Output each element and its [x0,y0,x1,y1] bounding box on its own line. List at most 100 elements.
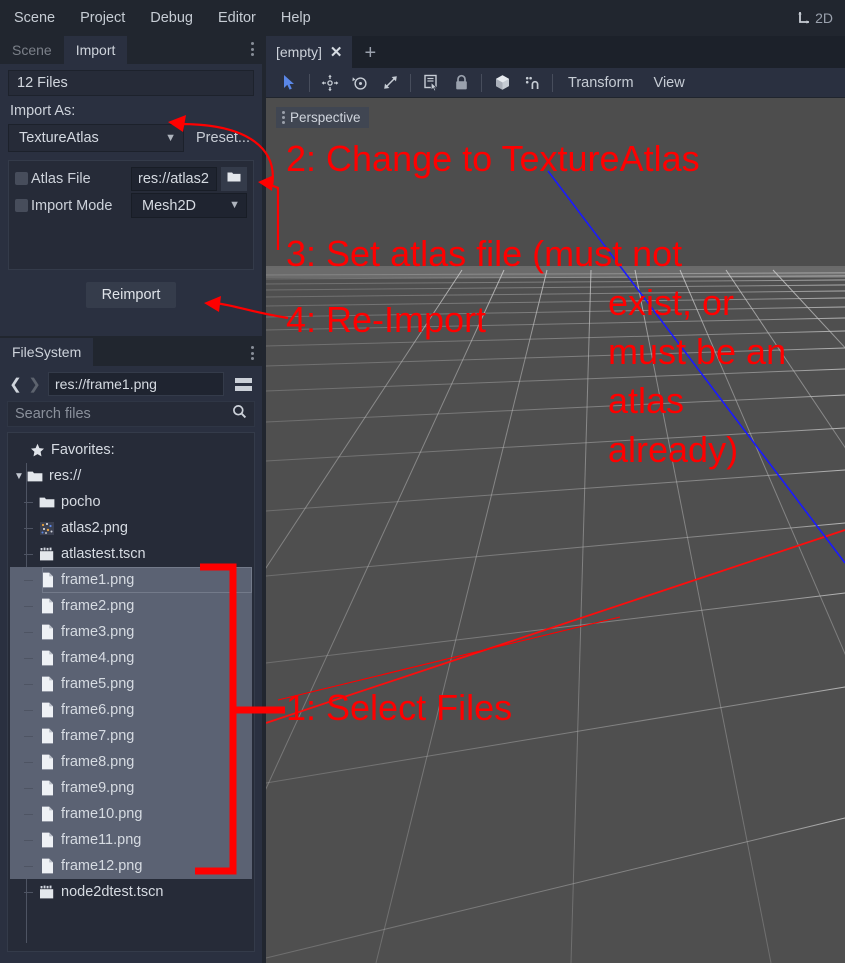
current-path-field[interactable]: res://frame1.png [48,372,224,396]
rotate-mode-icon[interactable] [345,70,375,96]
toolbar-separator [309,73,310,92]
lock-icon[interactable] [446,70,476,96]
import-mode-label: Import Mode [31,197,113,214]
split-mode-icon[interactable] [231,372,255,396]
tree-item-frame4-png[interactable]: frame4.png [10,645,252,671]
tree-guide-dash [24,840,33,841]
tree-guide-dash [24,762,33,763]
tree-guide-dash [24,814,33,815]
file-icon [38,831,56,849]
tree-item-atlastest-tscn[interactable]: atlastest.tscn [10,541,252,567]
tree-item-frame9-png[interactable]: frame9.png [10,775,252,801]
view-menu[interactable]: View [644,75,695,91]
tree-item-label: frame4.png [61,650,135,666]
tree-item-frame5-png[interactable]: frame5.png [10,671,252,697]
reimport-button[interactable]: Reimport [85,282,177,308]
import-properties-box: Atlas File res://atlas2 Import Mode Mesh… [8,160,254,270]
star-icon [28,441,46,459]
tree-item-frame3-png[interactable]: frame3.png [10,619,252,645]
add-scene-tab-icon[interactable]: + [352,42,388,68]
tree-item-label: frame9.png [61,780,135,796]
tree-item-frame11-png[interactable]: frame11.png [10,827,252,853]
tree-item-frame8-png[interactable]: frame8.png [10,749,252,775]
godot-editor-window: Scene Project Debug Editor Help 2D Scene… [0,0,845,963]
import-panel-body: 12 Files Import As: TextureAtlas ▼ Prese… [0,64,262,336]
tree-item-label: pocho [61,494,101,510]
3d-viewport[interactable]: Perspective [266,98,845,963]
menu-help[interactable]: Help [270,6,322,30]
import-mode-dropdown[interactable]: Mesh2D ▼ [131,193,247,218]
tree-item-frame12-png[interactable]: frame12.png [10,853,252,879]
mesh-preview-icon[interactable] [487,70,517,96]
scene-tabbar: [empty] ✕ + [266,36,845,68]
tree-guide-dash [24,632,33,633]
import-mode-checkbox[interactable] [15,199,28,212]
toolbar-separator [552,73,553,92]
viewport-grid [266,170,845,963]
atlas-file-input[interactable]: res://atlas2 [131,166,217,191]
filesystem-path-row: ❮ ❯ res://frame1.png [7,371,255,397]
select-mode-icon[interactable] [274,70,304,96]
file-icon [38,675,56,693]
tree-item-label: frame7.png [61,728,135,744]
tree-item-label: frame6.png [61,702,135,718]
tree-guide-dash [24,788,33,789]
preset-button[interactable]: Preset... [192,130,254,146]
list-select-icon[interactable] [416,70,446,96]
tab-scene[interactable]: Scene [0,36,64,64]
nav-back-icon[interactable]: ❮ [7,375,24,393]
tree-item-node2dtest-tscn[interactable]: node2dtest.tscn [10,879,252,905]
tree-item-favorites-[interactable]: Favorites: [10,437,252,463]
atlas-file-checkbox[interactable] [15,172,28,185]
tree-item-frame6-png[interactable]: frame6.png [10,697,252,723]
axis-2d-icon [797,11,811,25]
menu-debug[interactable]: Debug [139,6,204,30]
snap-icon[interactable] [517,70,547,96]
dock-options-icon[interactable] [251,42,254,56]
tree-item-label: atlastest.tscn [61,546,146,562]
tab-import[interactable]: Import [63,36,128,64]
tree-item-label: frame12.png [61,858,143,874]
tree-item-frame2-png[interactable]: frame2.png [10,593,252,619]
main-menu-bar: Scene Project Debug Editor Help 2D [0,0,845,36]
tree-item-label: res:// [49,468,82,484]
tree-guide-dash [24,736,33,737]
file-icon [38,805,56,823]
close-icon[interactable]: ✕ [330,43,343,61]
toolbar-separator [410,73,411,92]
transform-menu[interactable]: Transform [558,75,644,91]
scale-mode-icon[interactable] [375,70,405,96]
tree-item-label: frame10.png [61,806,143,822]
folder-browse-button[interactable] [221,166,247,191]
mode-2d-button[interactable]: 2D [797,10,833,26]
tree-guide-dash [24,580,33,581]
tree-item-label: frame11.png [61,832,142,848]
menu-scene[interactable]: Scene [3,6,66,30]
filesystem-options-icon[interactable] [251,346,254,360]
tree-item-label: node2dtest.tscn [61,884,164,900]
menu-project[interactable]: Project [69,6,136,30]
chevron-down-icon[interactable]: ▼ [12,471,26,482]
file-icon [38,623,56,641]
tree-item-atlas2-png[interactable]: atlas2.png [10,515,252,541]
folder-icon [38,493,56,511]
perspective-label[interactable]: Perspective [276,107,369,128]
file-icon [38,727,56,745]
tree-item-frame10-png[interactable]: frame10.png [10,801,252,827]
scene-icon [38,545,56,563]
filesystem-tree[interactable]: Favorites: ▼ res:// pocho atlas2.png atlastes… [7,432,255,952]
scene-tab-empty[interactable]: [empty] ✕ [266,36,353,68]
filesystem-dock: FileSystem ❮ ❯ res://frame1.png Search f… [0,338,262,963]
tree-guide-dash [24,658,33,659]
tree-item-res---[interactable]: ▼ res:// [10,463,252,489]
nav-forward-icon[interactable]: ❯ [26,375,43,393]
tree-item-frame7-png[interactable]: frame7.png [10,723,252,749]
tree-item-frame1-png[interactable]: frame1.png [10,567,252,593]
file-icon [38,857,56,875]
move-mode-icon[interactable] [315,70,345,96]
import-as-dropdown[interactable]: TextureAtlas ▼ [8,124,184,152]
tree-item-pocho[interactable]: pocho [10,489,252,515]
tab-filesystem[interactable]: FileSystem [0,338,94,366]
search-files-input[interactable]: Search files [7,401,255,427]
menu-editor[interactable]: Editor [207,6,267,30]
